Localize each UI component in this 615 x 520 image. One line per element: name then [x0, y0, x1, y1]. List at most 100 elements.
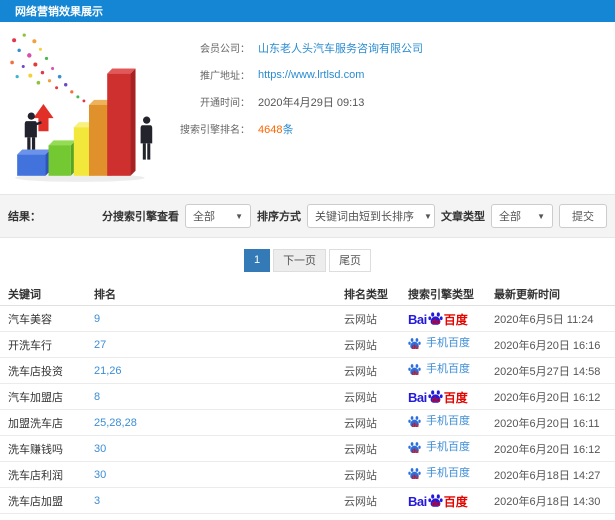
- info-value: 4648条: [258, 121, 293, 137]
- rank-type-cell: 云网站: [344, 495, 377, 508]
- table-row: 开洗车行 27 云网站 du 手机百度 2020年6月20日 16:16: [0, 332, 615, 358]
- bar-blue: [17, 149, 51, 176]
- updated-cell: 2020年6月20日 16:12: [494, 443, 601, 456]
- baidu-logo-du: du: [431, 500, 441, 508]
- header-engine-type: 搜索引擎类型: [408, 288, 474, 301]
- mobile-baidu-logo: du 手机百度: [408, 414, 470, 429]
- page-title: 网络营销效果展示: [15, 6, 103, 18]
- engine-filter-select[interactable]: 全部 ▼: [185, 204, 251, 228]
- baidu-logo-bai: Bai: [408, 493, 427, 509]
- baidu-logo-bai: Bai: [408, 311, 427, 327]
- sort-select[interactable]: 关键词由短到长排序 ▼: [307, 204, 435, 228]
- mobile-baidu-label: 手机百度: [426, 336, 470, 349]
- engine-cell: du 手机百度: [400, 363, 486, 379]
- info-row: 开通时间： 2020年4月29日 09:13: [172, 88, 607, 115]
- info-row: 会员公司： 山东老人头汽车服务咨询有限公司: [172, 34, 607, 61]
- baidu-logo: Bai du 百度: [408, 311, 468, 326]
- table-row: 洗车赚钱吗 30 云网站 du 手机百度 2020年6月20日 16:12: [0, 436, 615, 462]
- bar-green: [48, 140, 76, 176]
- baidu-paw-icon: du: [408, 415, 421, 429]
- rank-type-cell: 云网站: [344, 313, 377, 326]
- keyword-cell: 洗车店投资: [8, 365, 63, 378]
- article-type-select[interactable]: 全部 ▼: [491, 204, 553, 228]
- keyword-cell: 汽车美容: [8, 313, 52, 326]
- baidu-logo-du: du: [411, 422, 419, 429]
- rank-cell[interactable]: 30: [86, 469, 336, 481]
- engine-filter-value: 全部: [193, 211, 215, 223]
- pagination: 1 下一页 尾页: [0, 238, 615, 282]
- table-header-row: 关键词 排名 排名类型 搜索引擎类型 最新更新时间: [0, 282, 615, 306]
- header-rank: 排名: [94, 288, 116, 301]
- baidu-logo-du: du: [431, 396, 441, 404]
- ranking-count-unit: 条: [282, 123, 294, 136]
- mobile-baidu-label: 手机百度: [426, 440, 470, 453]
- info-value[interactable]: https://www.lrtlsd.com: [258, 69, 364, 81]
- article-type-value: 全部: [499, 211, 521, 223]
- mobile-baidu-logo: du 手机百度: [408, 336, 470, 351]
- engine-filter-label: 分搜索引擎查看: [102, 211, 179, 223]
- rank-type-cell: 云网站: [344, 365, 377, 378]
- updated-cell: 2020年6月20日 16:11: [494, 417, 600, 430]
- keyword-cell: 洗车店加盟: [8, 495, 63, 508]
- rank-cell[interactable]: 21,26: [86, 365, 336, 377]
- rank-cell[interactable]: 25,28,28: [86, 417, 336, 429]
- info-row: 搜索引擎排名： 4648条: [172, 115, 607, 142]
- info-value[interactable]: 山东老人头汽车服务咨询有限公司: [258, 40, 423, 56]
- chevron-down-icon: ▼: [235, 211, 243, 221]
- baidu-paw-icon: du: [408, 337, 421, 351]
- updated-cell: 2020年6月18日 14:27: [494, 469, 601, 482]
- next-page-button[interactable]: 下一页: [273, 248, 327, 272]
- baidu-logo-du: du: [411, 370, 419, 377]
- baidu-logo-du: du: [431, 318, 441, 326]
- results-table: 关键词 排名 排名类型 搜索引擎类型 最新更新时间 汽车美容 9 云网站 Bai du 百…: [0, 282, 615, 514]
- sort-label: 排序方式: [257, 211, 301, 223]
- info-label: 搜索引擎排名：: [180, 125, 250, 136]
- baidu-logo-cn: 百度: [443, 312, 468, 327]
- updated-cell: 2020年6月20日 16:16: [494, 339, 601, 352]
- table-row: 汽车加盟店 8 云网站 Bai du 百度 2020年6月20日 16:12: [0, 384, 615, 410]
- keyword-cell: 洗车赚钱吗: [8, 443, 63, 456]
- rank-cell[interactable]: 27: [86, 339, 336, 351]
- last-page-button[interactable]: 尾页: [329, 248, 372, 272]
- updated-cell: 2020年6月20日 16:12: [494, 391, 601, 404]
- keyword-cell: 开洗车行: [8, 339, 52, 352]
- baidu-logo: Bai du 百度: [408, 389, 468, 404]
- company-info-list: 会员公司： 山东老人头汽车服务咨询有限公司 推广地址： https://www.…: [172, 34, 607, 142]
- app-window: 网络营销效果展示 会员公司： 山东老人头汽车服务咨询有限公司 推广地址： htt…: [0, 0, 615, 520]
- baidu-paw-icon: du: [428, 389, 443, 404]
- article-type-label: 文章类型: [441, 211, 485, 223]
- filter-bar: 结果： 分搜索引擎查看 全部 ▼ 排序方式 关键词由短到长排序 ▼ 文章类型 全…: [0, 194, 615, 238]
- baidu-logo-cn: 百度: [443, 390, 468, 405]
- mobile-baidu-label: 手机百度: [426, 414, 470, 427]
- table-row: 汽车美容 9 云网站 Bai du 百度 2020年6月5日 11:24: [0, 306, 615, 332]
- rank-cell[interactable]: 8: [86, 391, 336, 403]
- table-row: 洗车店投资 21,26 云网站 du 手机百度 2020年5月27日 14:58: [0, 358, 615, 384]
- rank-type-cell: 云网站: [344, 417, 377, 430]
- header-updated: 最新更新时间: [494, 288, 560, 301]
- title-bar: 网络营销效果展示: [0, 0, 615, 22]
- submit-button[interactable]: 提交: [559, 204, 607, 228]
- info-section: 会员公司： 山东老人头汽车服务咨询有限公司 推广地址： https://www.…: [0, 22, 615, 194]
- baidu-logo-du: du: [411, 344, 419, 351]
- info-label: 会员公司：: [200, 44, 250, 55]
- engine-cell: Bai du 百度: [400, 389, 486, 405]
- growth-chart-illustration: [10, 33, 153, 182]
- baidu-logo-cn: 百度: [443, 494, 468, 509]
- ranking-count: 4648: [258, 123, 283, 136]
- page-button-current[interactable]: 1: [243, 248, 271, 272]
- baidu-logo-bai: Bai: [408, 389, 427, 405]
- rank-cell[interactable]: 3: [86, 495, 336, 507]
- rank-cell[interactable]: 30: [86, 443, 336, 455]
- engine-cell: du 手机百度: [400, 337, 486, 353]
- info-label: 推广地址：: [200, 71, 250, 82]
- baidu-paw-icon: du: [408, 467, 421, 481]
- baidu-logo-du: du: [411, 474, 419, 481]
- rank-cell[interactable]: 9: [86, 313, 336, 325]
- header-keyword: 关键词: [8, 288, 41, 301]
- mobile-baidu-logo: du 手机百度: [408, 467, 470, 481]
- businessman-right: [140, 116, 153, 160]
- info-label: 开通时间：: [200, 98, 250, 109]
- updated-cell: 2020年6月5日 11:24: [494, 313, 594, 326]
- rank-type-cell: 云网站: [344, 339, 377, 352]
- engine-cell: du 手机百度: [400, 467, 486, 483]
